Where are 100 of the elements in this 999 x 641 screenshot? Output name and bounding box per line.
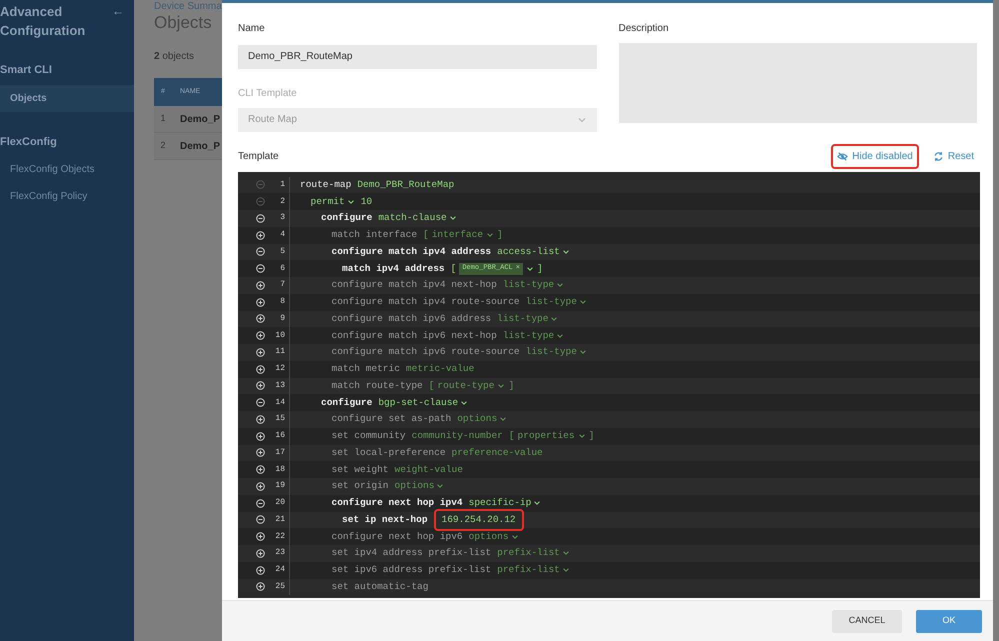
minus-circle-icon[interactable] bbox=[256, 247, 265, 256]
description-field[interactable] bbox=[618, 43, 977, 123]
code-keyword: configure set as-path bbox=[332, 412, 452, 426]
code-keyword: match ipv4 address bbox=[342, 262, 445, 276]
name-field[interactable]: Demo_PBR_RouteMap bbox=[238, 44, 596, 68]
code-value: 169.254.20.12 bbox=[434, 508, 524, 531]
caret-icon bbox=[436, 482, 444, 490]
eye-slash-icon bbox=[837, 151, 848, 162]
code-dropdown[interactable]: match-clause bbox=[378, 211, 457, 226]
plus-circle-icon[interactable] bbox=[256, 364, 265, 374]
plus-circle-icon[interactable] bbox=[256, 280, 265, 290]
table-cell-text: Demo_P bbox=[179, 140, 220, 154]
code-keyword: configure match ipv4 route-source bbox=[332, 295, 520, 309]
line-number: 7 bbox=[280, 279, 285, 292]
minus-circle-icon[interactable] bbox=[256, 264, 265, 274]
code-dropdown[interactable]: specific-ip bbox=[468, 496, 542, 510]
plus-circle-icon[interactable] bbox=[256, 482, 265, 491]
code-list-field[interactable]: [ properties ] bbox=[508, 429, 594, 444]
code-list-field[interactable]: [ interface ] bbox=[423, 228, 503, 242]
code-dropdown[interactable]: list-type bbox=[526, 345, 587, 360]
code-keyword: match route-type bbox=[332, 378, 423, 393]
line-number: 11 bbox=[275, 346, 285, 358]
caret-icon bbox=[448, 214, 457, 222]
line-number: 8 bbox=[280, 296, 285, 308]
plus-circle-icon[interactable] bbox=[256, 532, 265, 542]
minus-circle-icon[interactable] bbox=[256, 498, 265, 508]
code-keyword: set community bbox=[332, 429, 406, 443]
caret-icon bbox=[562, 248, 570, 256]
line-number: 4 bbox=[280, 229, 285, 242]
line-number: 24 bbox=[275, 564, 285, 576]
code-keyword: configure match ipv6 address bbox=[332, 312, 492, 326]
minus-circle-icon[interactable] bbox=[256, 214, 265, 223]
code-dropdown[interactable]: list-type bbox=[502, 278, 564, 292]
plus-circle-icon[interactable] bbox=[256, 314, 265, 324]
caret-icon bbox=[556, 281, 564, 290]
caret-icon bbox=[499, 415, 508, 424]
code-dropdown[interactable]: bgp-set-clause bbox=[378, 396, 468, 410]
code-dropdown[interactable]: options bbox=[394, 479, 444, 494]
minus-circle-icon[interactable] bbox=[256, 515, 265, 524]
line-number: 13 bbox=[275, 380, 285, 392]
code-keyword: configure match ipv4 address bbox=[332, 244, 492, 259]
code-dropdown[interactable]: list-type bbox=[502, 328, 564, 343]
refresh-icon bbox=[932, 151, 944, 162]
plus-circle-icon[interactable] bbox=[256, 230, 265, 240]
code-dropdown[interactable]: list-type bbox=[526, 295, 587, 310]
sidebar-item[interactable]: Objects bbox=[0, 84, 134, 112]
plus-circle-icon[interactable] bbox=[256, 331, 265, 340]
minus-circle-icon[interactable] bbox=[256, 398, 265, 408]
code-keyword: configure next hop ipv6 bbox=[332, 530, 463, 544]
caret-icon bbox=[578, 348, 587, 356]
line-number: 15 bbox=[275, 413, 285, 426]
code-keyword: route-map bbox=[300, 178, 352, 192]
reset-button[interactable]: Reset bbox=[926, 144, 980, 169]
sidebar-item[interactable]: FlexConfig Objects bbox=[0, 156, 134, 183]
back-arrow-icon[interactable]: ← bbox=[112, 2, 124, 20]
line-number: 12 bbox=[275, 363, 285, 376]
plus-circle-icon[interactable] bbox=[256, 414, 265, 424]
code-value: metric-value bbox=[406, 362, 474, 376]
code-keyword: configure match ipv4 next-hop bbox=[332, 278, 497, 292]
code-list-field[interactable]: [ route-type ] bbox=[428, 378, 514, 393]
code-keyword: set ipv6 address prefix-list bbox=[332, 563, 492, 577]
code-keyword: configure next hop ipv4 bbox=[332, 496, 463, 510]
code-value: Demo_PBR_RouteMap bbox=[357, 178, 454, 192]
line-number: 19 bbox=[275, 480, 285, 492]
caret-icon bbox=[533, 499, 542, 508]
code-value: preference-value bbox=[452, 446, 543, 460]
plus-circle-icon[interactable] bbox=[256, 298, 265, 307]
plus-circle-icon[interactable] bbox=[256, 381, 265, 390]
code-dropdown[interactable]: prefix-list bbox=[497, 563, 570, 578]
caret-icon bbox=[346, 198, 355, 206]
code-value: weight-value bbox=[394, 462, 463, 476]
object-count: 2 objects bbox=[154, 50, 196, 64]
line-number: 1 bbox=[280, 178, 285, 191]
code-dropdown[interactable]: options bbox=[457, 412, 508, 426]
caret-icon bbox=[510, 532, 519, 541]
caret-icon bbox=[460, 398, 468, 407]
code-keyword: configure bbox=[321, 396, 372, 410]
plus-circle-icon[interactable] bbox=[256, 448, 265, 458]
line-number: 9 bbox=[280, 312, 285, 325]
table-cell-text: Demo_P bbox=[179, 112, 220, 126]
caret-icon bbox=[486, 231, 494, 240]
code-dropdown[interactable]: permit bbox=[310, 194, 355, 209]
ok-button[interactable]: OK bbox=[916, 610, 982, 632]
sidebar-item[interactable]: FlexConfig Policy bbox=[0, 183, 134, 210]
line-number: 16 bbox=[275, 430, 285, 442]
plus-circle-icon[interactable] bbox=[256, 348, 265, 357]
field-label: CLI Template bbox=[238, 86, 298, 100]
code-dropdown[interactable]: list-type bbox=[497, 312, 558, 326]
code-dropdown[interactable]: access-list bbox=[497, 244, 570, 259]
cancel-button[interactable]: CANCEL bbox=[832, 610, 902, 632]
line-number: 5 bbox=[280, 246, 285, 258]
plus-circle-icon[interactable] bbox=[256, 566, 265, 575]
code-dropdown[interactable]: prefix-list bbox=[497, 546, 570, 560]
plus-circle-icon[interactable] bbox=[256, 582, 265, 592]
plus-circle-icon[interactable] bbox=[256, 432, 265, 441]
code-dropdown[interactable]: options bbox=[468, 530, 519, 544]
plus-circle-icon[interactable] bbox=[256, 548, 265, 558]
code-keyword: configure match ipv6 route-source bbox=[332, 345, 520, 360]
code-keyword: set ip next-hop bbox=[342, 512, 428, 527]
plus-circle-icon[interactable] bbox=[256, 465, 265, 474]
